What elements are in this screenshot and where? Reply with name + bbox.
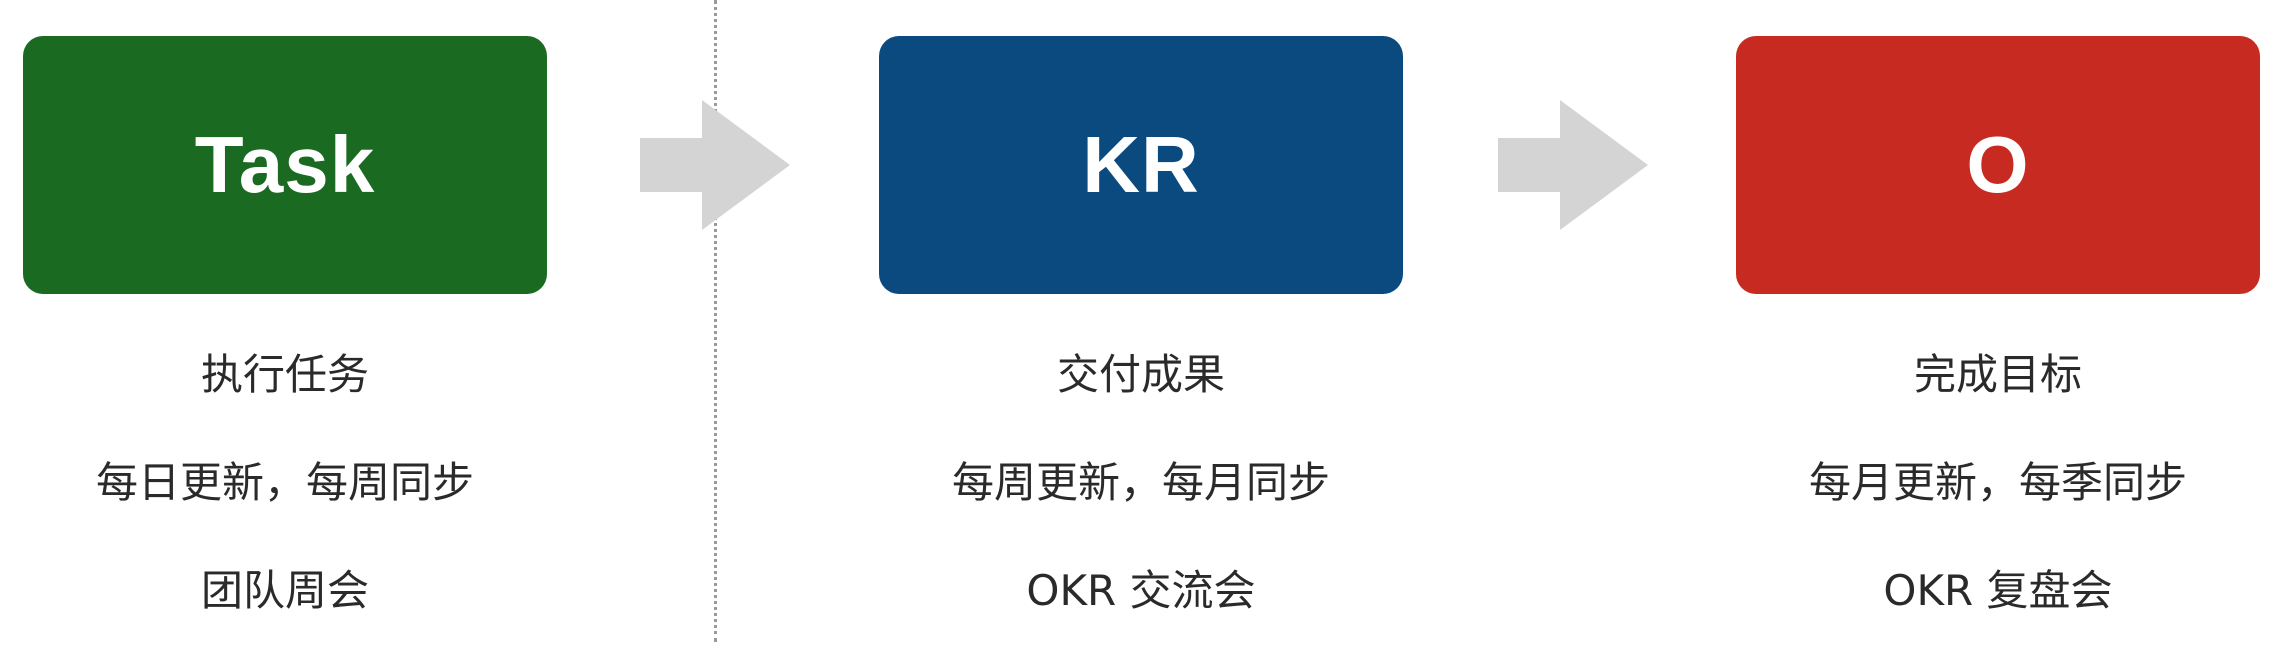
kr-description: 交付成果 每周更新，每月同步 OKR 交流会	[879, 340, 1403, 664]
task-description: 执行任务 每日更新，每周同步 团队周会	[23, 340, 547, 664]
arrow-right-icon	[640, 100, 790, 230]
o-line-3: OKR 复盘会	[1883, 566, 2113, 615]
kr-line-3: OKR 交流会	[1026, 566, 1256, 615]
o-box-title: O	[1966, 120, 2030, 209]
task-line-2: 每日更新，每周同步	[95, 458, 474, 507]
arrow-right-icon	[1498, 100, 1648, 230]
kr-box: KR	[879, 36, 1403, 294]
o-description: 完成目标 每月更新，每季同步 OKR 复盘会	[1736, 340, 2260, 664]
kr-line-2: 每周更新，每月同步	[951, 458, 1330, 507]
task-line-1: 执行任务	[200, 350, 369, 399]
o-box: O	[1736, 36, 2260, 294]
o-line-1: 完成目标	[1913, 350, 2082, 399]
o-line-2: 每月更新，每季同步	[1808, 458, 2187, 507]
kr-line-1: 交付成果	[1056, 350, 1225, 399]
dotted-divider	[714, 0, 717, 642]
task-line-3: 团队周会	[200, 566, 369, 615]
task-box: Task	[23, 36, 547, 294]
kr-box-title: KR	[1082, 120, 1200, 209]
task-box-title: Task	[194, 120, 376, 209]
